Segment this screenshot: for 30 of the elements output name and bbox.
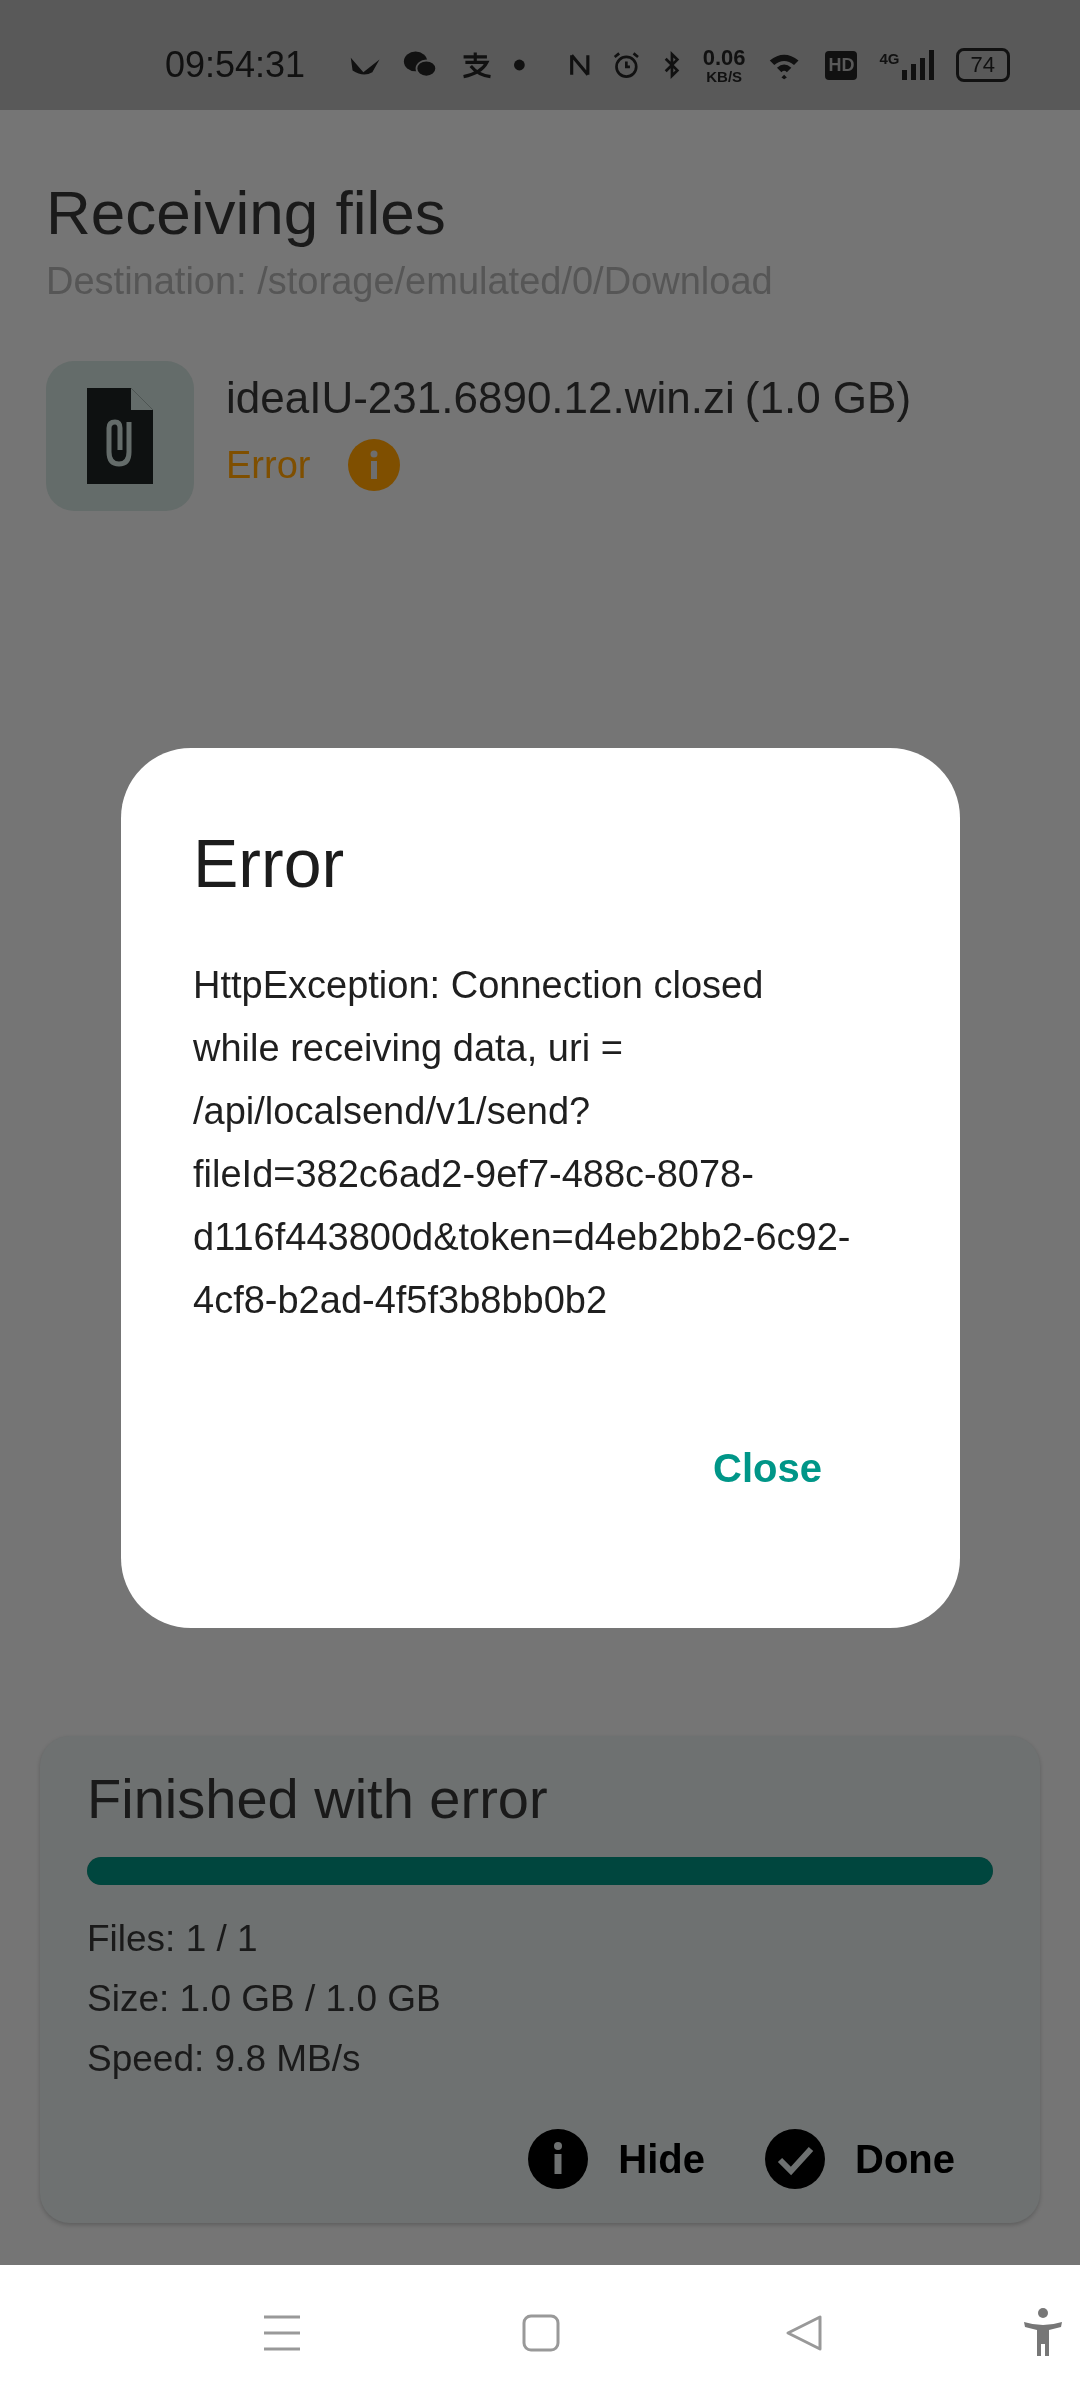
error-message: HttpException: Connection closed while receiving data, uri = /api/localsend/v1/send?fileId=382c6ad2-9ef7-488c-8078-d116f443800d&token=d4eb2bb2-6c92-4cf8-b2ad-4f5f3b8bb0b2 <box>193 963 852 1323</box>
bluetooth-icon <box>662 49 681 81</box>
file-status: Error <box>226 443 311 487</box>
hide-button[interactable]: Hide <box>528 2129 705 2189</box>
notification-dot-icon <box>513 59 525 71</box>
info-icon[interactable] <box>348 439 401 492</box>
file-name: ideaIU-231.6890.12.win.zi <box>226 373 735 424</box>
transfer-stat: Speed: 9.8 MB/s <box>87 2037 362 2081</box>
alarm-icon <box>612 49 641 81</box>
hd-badge: HD <box>825 50 858 80</box>
file-size: (1.0 GB) <box>744 373 912 424</box>
speed-unit: KB/S <box>706 68 743 84</box>
attachment-file-icon <box>87 388 153 485</box>
summary-title: Finished with error <box>87 1766 549 1831</box>
dialog-title: Error <box>193 824 346 902</box>
signal-icon <box>899 50 934 80</box>
check-icon <box>765 2129 825 2189</box>
back-icon[interactable] <box>785 2313 823 2352</box>
network-speed: 0.06 <box>702 46 746 69</box>
home-icon[interactable] <box>522 2313 560 2352</box>
info-icon <box>528 2129 589 2189</box>
network-type: 4G <box>879 50 900 67</box>
done-button[interactable]: Done <box>765 2129 955 2189</box>
clock: 09:54:31 <box>165 44 306 86</box>
accessibility-icon[interactable] <box>1023 2307 1063 2358</box>
transfer-stat: Size: 1.0 GB / 1.0 GB <box>87 1977 442 2021</box>
close-button[interactable]: Close <box>693 1440 842 1497</box>
transfer-stat: Files: 1 / 1 <box>87 1917 259 1961</box>
battery-indicator: 74 <box>955 48 1010 82</box>
page-title: Receiving files <box>46 177 447 249</box>
